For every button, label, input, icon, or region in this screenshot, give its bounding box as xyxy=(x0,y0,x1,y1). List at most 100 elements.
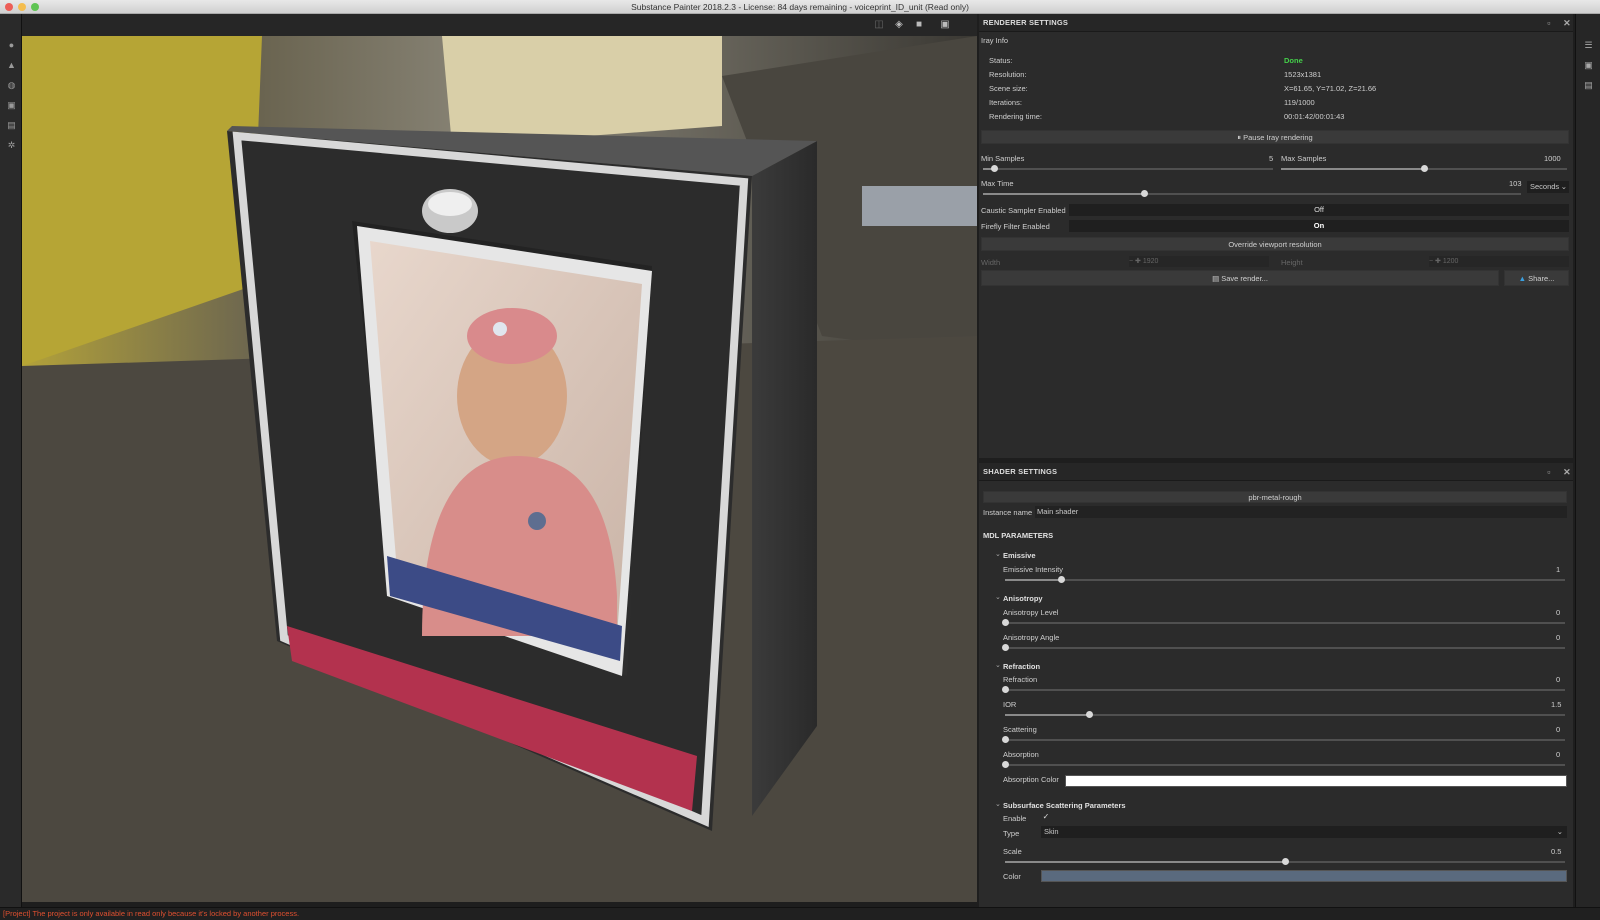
share-icon: ▲ xyxy=(1518,274,1529,283)
height-value: 1200 xyxy=(1442,258,1459,265)
list-icon[interactable]: ▤ xyxy=(1583,80,1594,91)
instance-name-input[interactable]: Main shader xyxy=(1035,506,1567,518)
emissive-intensity-value[interactable]: 1 xyxy=(1556,565,1560,574)
share-button[interactable]: ▲ Share... xyxy=(1504,270,1569,286)
anisotropy-level-label: Anisotropy Level xyxy=(1003,608,1059,617)
sss-type-dropdown[interactable]: Skin ⌄ xyxy=(1041,826,1567,838)
properties-icon[interactable]: ▣ xyxy=(1583,60,1594,71)
renderer-settings-title: RENDERER SETTINGS xyxy=(983,18,1069,27)
absorption-color-swatch[interactable] xyxy=(1065,775,1567,787)
ior-fill xyxy=(1005,714,1089,716)
screenshot-icon[interactable]: ▣ xyxy=(938,18,952,32)
scale-value[interactable]: 0.5 xyxy=(1551,847,1561,856)
split-view-icon[interactable]: ◫ xyxy=(872,18,886,32)
close-window-button[interactable] xyxy=(5,3,13,11)
scattering-label: Scattering xyxy=(1003,725,1037,734)
close-panel-icon[interactable]: ✕ xyxy=(1562,467,1572,477)
max-time-value[interactable]: 103 xyxy=(1509,179,1522,188)
min-samples-value[interactable]: 5 xyxy=(1269,154,1273,163)
sss-section-title[interactable]: Subsurface Scattering Parameters xyxy=(1003,801,1126,810)
anisotropy-angle-slider[interactable] xyxy=(1001,644,1565,651)
minimize-window-button[interactable] xyxy=(18,3,26,11)
refraction-section-title[interactable]: Refraction xyxy=(1003,662,1040,671)
absorption-slider[interactable] xyxy=(1001,761,1565,768)
close-panel-icon[interactable]: ✕ xyxy=(1562,18,1572,28)
chevron-down-icon[interactable]: ⌄ xyxy=(995,550,1001,558)
scale-slider[interactable] xyxy=(1005,858,1565,865)
firefly-filter-toggle[interactable]: On xyxy=(1069,220,1569,232)
rendering-time-label: Rendering time: xyxy=(989,112,1042,121)
zoom-window-button[interactable] xyxy=(31,3,39,11)
scale-handle[interactable] xyxy=(1281,858,1289,865)
enable-checkbox[interactable]: ✓ xyxy=(1041,812,1051,822)
scattering-slider[interactable] xyxy=(1001,736,1565,743)
3d-view-icon[interactable]: ◈ xyxy=(892,18,906,32)
width-field[interactable]: − ✚ 1920 xyxy=(1129,256,1269,267)
emissive-intensity-slider[interactable] xyxy=(1005,576,1565,583)
anisotropy-angle-handle[interactable] xyxy=(1001,644,1009,651)
anisotropy-section-title[interactable]: Anisotropy xyxy=(1003,594,1043,603)
width-label: Width xyxy=(981,258,1001,267)
ior-handle[interactable] xyxy=(1085,711,1093,718)
emissive-section-title[interactable]: Emissive xyxy=(1003,551,1036,560)
override-viewport-resolution-button[interactable]: Override viewport resolution xyxy=(981,237,1569,251)
iterations-label: Iterations: xyxy=(989,98,1022,107)
document-icon[interactable]: ▤ xyxy=(6,120,17,131)
share-label: Share... xyxy=(1528,274,1555,283)
pause-iray-button[interactable]: ⏸ Pause Iray rendering xyxy=(981,130,1569,144)
max-time-handle[interactable] xyxy=(1140,190,1148,197)
refraction-slider[interactable] xyxy=(1001,686,1565,693)
emissive-intensity-fill xyxy=(1005,579,1061,581)
max-samples-slider[interactable] xyxy=(1281,165,1567,172)
plus-icon[interactable]: ✚ xyxy=(1435,258,1443,265)
max-time-slider[interactable] xyxy=(983,190,1521,197)
sss-color-swatch[interactable] xyxy=(1041,870,1567,882)
refraction-value[interactable]: 0 xyxy=(1556,675,1560,684)
max-samples-value[interactable]: 1000 xyxy=(1544,154,1561,163)
save-render-button[interactable]: ▤ Save render... xyxy=(981,270,1499,286)
min-samples-slider[interactable] xyxy=(983,165,1273,172)
absorption-value[interactable]: 0 xyxy=(1556,750,1560,759)
max-samples-handle[interactable] xyxy=(1420,165,1428,172)
photoshop-export-icon[interactable]: ▣ xyxy=(6,100,17,111)
max-time-label: Max Time xyxy=(981,179,1014,188)
anisotropy-level-value[interactable]: 0 xyxy=(1556,608,1560,617)
float-panel-icon[interactable]: ▫ xyxy=(1544,467,1554,477)
anisotropy-angle-value[interactable]: 0 xyxy=(1556,633,1560,642)
emissive-intensity-handle[interactable] xyxy=(1057,576,1065,583)
chevron-down-icon[interactable]: ⌄ xyxy=(995,593,1001,601)
shader-selector-button[interactable]: pbr-metal-rough xyxy=(983,491,1567,503)
chevron-down-icon: ⌄ xyxy=(1556,827,1563,836)
rendering-time-value: 00:01:42/00:01:43 xyxy=(1284,112,1345,121)
max-samples-label: Max Samples xyxy=(1281,154,1327,163)
float-panel-icon[interactable]: ▫ xyxy=(1544,18,1554,28)
refraction-handle[interactable] xyxy=(1001,686,1009,693)
caustic-sampler-toggle[interactable]: Off xyxy=(1069,204,1569,216)
save-icon: ▤ xyxy=(1212,274,1222,283)
ior-value[interactable]: 1.5 xyxy=(1551,700,1561,709)
layers-icon[interactable]: ☰ xyxy=(1583,40,1594,51)
emissive-intensity-label: Emissive Intensity xyxy=(1003,565,1064,574)
time-unit-dropdown[interactable]: Seconds ⌄ xyxy=(1527,181,1569,193)
paint-brush-icon[interactable]: ● xyxy=(6,40,17,51)
scattering-value[interactable]: 0 xyxy=(1556,725,1560,734)
resolution-value: 1523x1381 xyxy=(1284,70,1322,79)
eraser-icon[interactable]: ▲ xyxy=(6,60,17,71)
chevron-down-icon[interactable]: ⌄ xyxy=(995,661,1001,669)
settings-gear-icon[interactable]: ✲ xyxy=(6,140,17,151)
absorption-handle[interactable] xyxy=(1001,761,1009,768)
shader-settings-title: SHADER SETTINGS xyxy=(983,467,1058,476)
left-toolbar: ● ▲ ◍ ▣ ▤ ✲ xyxy=(0,14,22,907)
anisotropy-level-slider[interactable] xyxy=(1001,619,1565,626)
camera-icon[interactable]: ■ xyxy=(912,18,926,32)
chevron-down-icon[interactable]: ⌄ xyxy=(995,800,1001,808)
scattering-handle[interactable] xyxy=(1001,736,1009,743)
plus-icon[interactable]: ✚ xyxy=(1135,258,1143,265)
min-samples-handle[interactable] xyxy=(991,165,999,172)
render-viewport[interactable] xyxy=(22,36,977,902)
projection-icon[interactable]: ◍ xyxy=(6,80,17,91)
ior-slider[interactable] xyxy=(1005,711,1565,718)
min-samples-label: Min Samples xyxy=(981,154,1025,163)
height-field[interactable]: − ✚ 1200 xyxy=(1429,256,1569,267)
anisotropy-level-handle[interactable] xyxy=(1001,619,1009,626)
